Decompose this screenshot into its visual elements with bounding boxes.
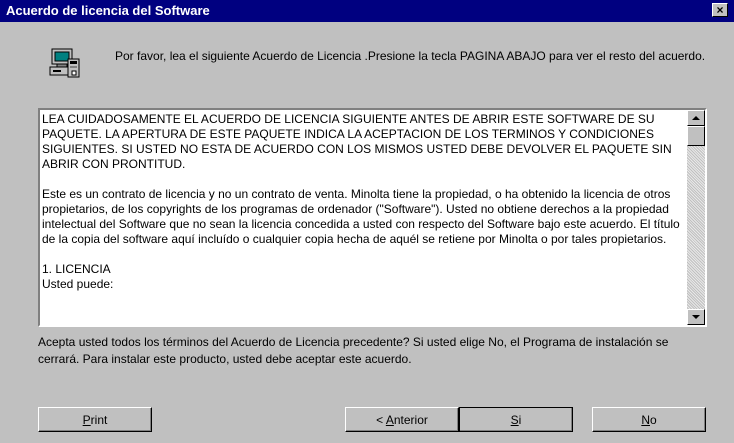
license-textbox[interactable]: LEA CUIDADOSAMENTE EL ACUERDO DE LICENCI… bbox=[38, 108, 707, 327]
acceptance-question: Acepta usted todos los términos del Acue… bbox=[38, 335, 669, 366]
no-mnemonic: N bbox=[641, 412, 650, 427]
install-computer-icon bbox=[49, 48, 80, 78]
arrow-up-icon bbox=[692, 116, 700, 120]
license-content[interactable]: LEA CUIDADOSAMENTE EL ACUERDO DE LICENCI… bbox=[42, 112, 685, 323]
print-button[interactable]: Print bbox=[38, 407, 152, 432]
no-label-rest: o bbox=[649, 412, 657, 427]
back-label-rest: nterior bbox=[393, 412, 428, 427]
close-button[interactable]: × bbox=[712, 3, 728, 17]
scroll-thumb[interactable] bbox=[687, 126, 705, 146]
title-bar[interactable]: Acuerdo de licencia del Software × bbox=[0, 0, 734, 22]
license-paragraph: LEA CUIDADOSAMENTE EL ACUERDO DE LICENCI… bbox=[42, 112, 672, 171]
window-title: Acuerdo de licencia del Software bbox=[6, 3, 210, 18]
print-mnemonic: P bbox=[82, 412, 91, 427]
print-label-rest: rint bbox=[90, 412, 108, 427]
license-paragraph: Usted puede: bbox=[42, 277, 114, 291]
back-button[interactable]: < Anterior bbox=[345, 407, 459, 432]
no-button[interactable]: No bbox=[592, 407, 706, 432]
instruction-text: Por favor, lea el siguiente Acuerdo de L… bbox=[115, 49, 706, 63]
scroll-up-button[interactable] bbox=[687, 110, 705, 126]
scroll-down-button[interactable] bbox=[687, 309, 705, 325]
yes-label-rest: i bbox=[518, 412, 522, 427]
back-prefix: < bbox=[376, 412, 386, 427]
arrow-down-icon bbox=[692, 315, 700, 319]
license-paragraph: 1. LICENCIA bbox=[42, 262, 111, 276]
license-paragraph: Este es un contrato de licencia y no un … bbox=[42, 187, 680, 246]
vertical-scrollbar[interactable] bbox=[687, 110, 705, 325]
back-mnemonic: A bbox=[385, 412, 394, 427]
yes-button[interactable]: Si bbox=[459, 407, 573, 432]
yes-mnemonic: S bbox=[510, 412, 519, 427]
